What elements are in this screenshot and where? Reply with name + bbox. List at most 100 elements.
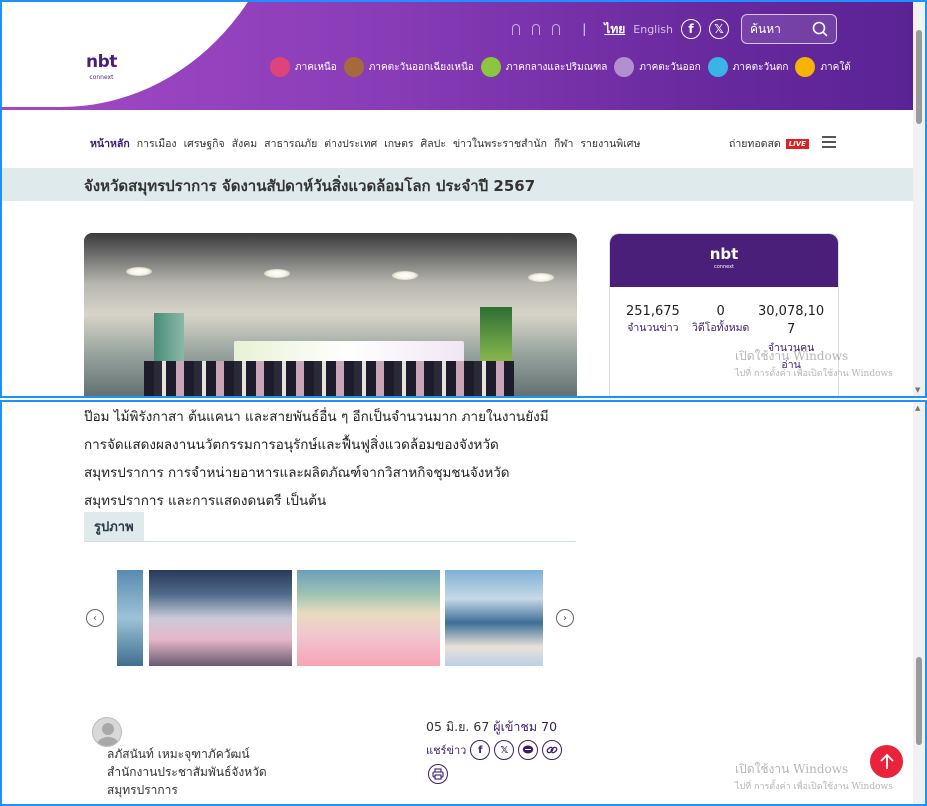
live-badge: LIVE [785, 138, 809, 149]
lang-english-link[interactable]: English [633, 23, 673, 36]
region-label[interactable]: ภาคตะวันตก [733, 60, 789, 75]
nav-item[interactable]: สาธารณภัย [264, 135, 317, 152]
author-org-1: สำนักงานประชาสัมพันธ์จังหวัด [107, 765, 267, 779]
gallery-image[interactable] [149, 570, 292, 666]
windows-activation-watermark: เปิดใช้งาน Windows ไปที่ การตั้งค่า เพื่… [735, 349, 893, 379]
top-scrollbar[interactable]: ▼ [913, 2, 925, 396]
nav-item[interactable]: กีฬา [554, 135, 573, 152]
ceiling-light [126, 267, 152, 276]
region-item[interactable]: ภาคตะวันตก [707, 57, 789, 77]
bottom-scrollbar-thumb[interactable] [916, 657, 922, 745]
facebook-icon[interactable]: f [681, 19, 701, 39]
region-label[interactable]: ภาคกลางและปริมณฑล [506, 60, 608, 75]
font-size-medium-icon[interactable] [532, 23, 541, 35]
nav-item[interactable]: สังคม [232, 135, 257, 152]
region-icon [343, 57, 364, 77]
author-org-2: สมุทรปราการ [107, 783, 178, 797]
bottom-scrollbar[interactable]: ▲ [913, 402, 925, 804]
share-link-icon[interactable] [542, 740, 563, 760]
nav-item[interactable]: รายงานพิเศษ [580, 135, 640, 152]
stat-video-count: 0 [716, 304, 725, 319]
region-icon [707, 57, 728, 77]
search-icon[interactable] [812, 21, 828, 37]
article-body: ป๊อม ไม้พิรังกาสา ต้นแคนา และสายพันธ์อื่… [84, 403, 584, 515]
region-item[interactable]: ภาคตะวันออกเฉียงเหนือ [343, 57, 474, 77]
article-body-line: สมุทรปราการ การจำหน่ายอาหารและผลิตภัณฑ์จ… [84, 465, 510, 481]
lang-thai-link[interactable]: ไทย [604, 20, 625, 39]
nav-item[interactable]: เศรษฐกิจ [184, 135, 225, 152]
stat-readers-count-2: 7 [786, 322, 796, 337]
share-row: แชร์ข่าว f 𝕏 [426, 740, 563, 760]
nav-item[interactable]: ศิลปะ [421, 135, 446, 152]
views-label: ผู้เข้าชม [493, 719, 538, 734]
author-avatar [92, 717, 122, 747]
title-band: จังหวัดสมุทรปราการ จัดงานสัปดาห์วันสิ่งแ… [2, 168, 917, 201]
header-utilities: | ไทย English f 𝕏 [512, 14, 837, 44]
region-label[interactable]: ภาคใต้ [820, 60, 850, 75]
search-input[interactable] [750, 22, 810, 36]
article-meta: 05 มิ.ย. 67 ผู้เข้าชม 70 [426, 717, 557, 737]
scroll-up-arrow-icon[interactable]: ▲ [915, 404, 920, 412]
hamburger-menu-icon[interactable] [822, 136, 836, 151]
nav-item[interactable]: เกษตร [384, 135, 413, 152]
region-item[interactable]: ภาคกลางและปริมณฑล [480, 57, 608, 77]
live-label[interactable]: ถ่ายทอดสด [729, 135, 781, 152]
region-label[interactable]: ภาคเหนือ [295, 60, 337, 75]
top-scrollbar-thumb[interactable] [916, 30, 922, 124]
article-body-line: การจัดแสดงผลงานนวัตกรรมการอนุรักษ์และฟื้… [84, 437, 499, 453]
region-item[interactable]: ภาคตะวันออก [614, 57, 701, 77]
nav-item[interactable]: ต่างประเทศ [324, 135, 377, 152]
main-nav: หน้าหลัก การเมือง เศรษฐกิจ สังคม สาธารณภัย ต่… [90, 135, 640, 152]
region-item[interactable]: ภาคเหนือ [270, 57, 337, 77]
ceiling-light [528, 273, 554, 282]
stat-readers-count-1: 30,078,10 [758, 304, 825, 319]
author-info: ลภัสนันท์ เหมะจุฑาภัควัฒน์ สำนักงานประชา… [107, 745, 267, 799]
stat-news: 251,675 จำนวนข่าว [626, 304, 680, 336]
font-size-small-icon[interactable] [512, 23, 521, 35]
nav-item[interactable]: หน้าหลัก [90, 135, 130, 152]
article-date: 05 มิ.ย. 67 [426, 719, 490, 734]
region-label[interactable]: ภาคตะวันออก [639, 60, 700, 75]
arrow-up-icon [879, 753, 894, 769]
header-white-curve [2, 2, 292, 107]
region-label[interactable]: ภาคตะวันออกเฉียงเหนือ [369, 60, 474, 75]
share-label: แชร์ข่าว [426, 744, 467, 757]
share-facebook-icon[interactable]: f [470, 740, 491, 760]
font-size-large-icon[interactable] [552, 23, 561, 35]
stat-video: 0 วิดีโอทั้งหมด [692, 304, 749, 336]
region-icon [795, 57, 816, 77]
gallery-title: รูปภาพ [84, 512, 144, 541]
stats-nbt-logo: nbt connext [709, 244, 739, 270]
back-to-top-button[interactable] [870, 745, 903, 778]
stat-video-label: วิดีโอทั้งหมด [692, 322, 750, 334]
bottom-viewport: ป๊อม ไม้พิรังกาสา ต้นแคนา และสายพันธ์อื่… [0, 400, 927, 806]
nav-item[interactable]: การเมือง [137, 135, 177, 152]
gallery-image[interactable] [117, 570, 143, 666]
gallery-image[interactable] [297, 570, 440, 666]
stat-news-count: 251,675 [626, 304, 680, 319]
scroll-down-arrow-icon[interactable]: ▼ [915, 386, 920, 394]
author-name: ลภัสนันท์ เหมะจุฑาภัควัฒน์ [107, 747, 250, 761]
views-count: 70 [541, 719, 558, 734]
region-icon [614, 57, 635, 77]
gallery-next-icon[interactable]: › [556, 609, 574, 627]
live-link[interactable]: ถ่ายทอดสด LIVE [729, 135, 809, 152]
article-body-line: สมุทรปราการ และการแสดงดนตรี เป็นต้น [84, 493, 327, 509]
nbt-logo[interactable]: nbt connext [86, 54, 117, 86]
share-x-icon[interactable]: 𝕏 [494, 740, 515, 760]
article-title: จังหวัดสมุทรปราการ จัดงานสัปดาห์วันสิ่งแ… [84, 177, 536, 195]
top-viewport: | ไทย English f 𝕏 ภาคเหนือ ภาคตะวันออกเฉี… [0, 0, 927, 398]
ceiling-light [392, 271, 418, 280]
stats-card-header: nbt connext [610, 234, 838, 287]
hero-people-group [144, 361, 514, 396]
gallery-section-header: รูปภาพ [84, 512, 576, 542]
gallery-prev-icon[interactable]: ‹ [86, 609, 104, 627]
nav-item[interactable]: ข่าวในพระราชสำนัก [453, 135, 547, 152]
print-icon[interactable] [428, 764, 448, 784]
hero-image[interactable] [84, 233, 577, 396]
gallery-image[interactable] [445, 570, 543, 666]
region-item[interactable]: ภาคใต้ [795, 57, 851, 77]
x-twitter-icon[interactable]: 𝕏 [709, 19, 729, 39]
share-line-icon[interactable] [518, 740, 539, 760]
search-box[interactable] [741, 14, 837, 44]
